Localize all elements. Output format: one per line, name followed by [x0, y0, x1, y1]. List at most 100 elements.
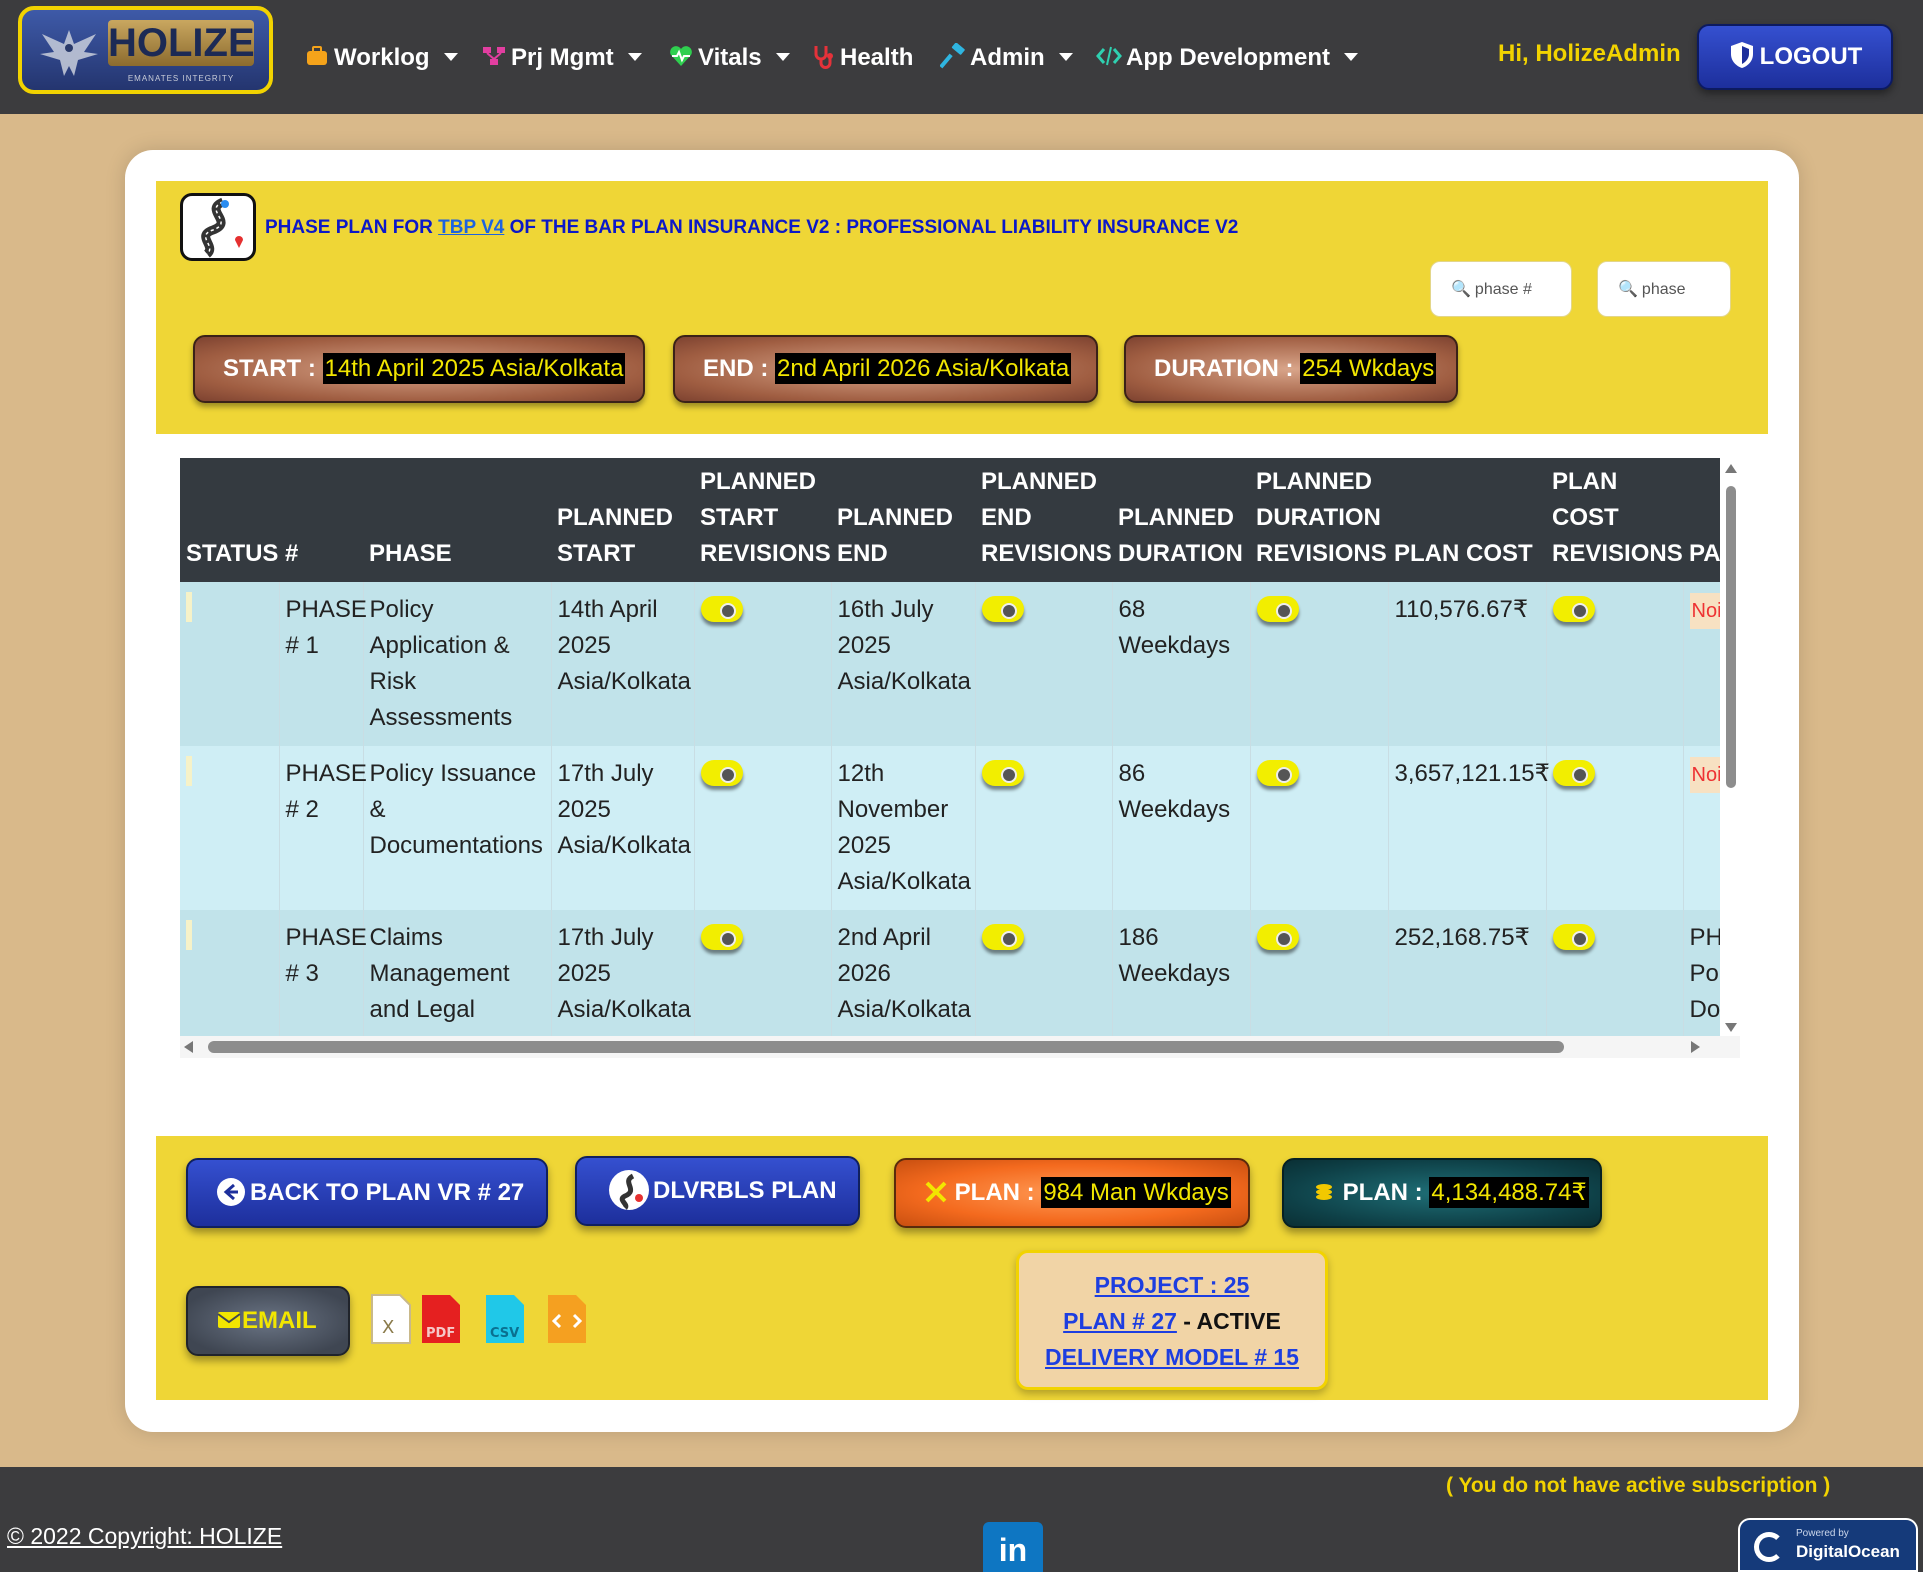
col-status[interactable]: STATUS: [180, 458, 279, 582]
status-cell: [180, 910, 280, 1036]
duration-revisions-cell: [1250, 746, 1389, 910]
scroll-left-icon[interactable]: [184, 1041, 193, 1053]
csv-icon[interactable]: CSV: [484, 1293, 526, 1345]
search-icon: 🔍: [1451, 281, 1471, 298]
plan-cost-button[interactable]: PLAN : 4,134,488.74₹: [1282, 1158, 1602, 1228]
phase-number-cell: PHASE # 3: [279, 910, 367, 1036]
end-revisions-cell: [975, 746, 1113, 910]
chevron-down-icon: [443, 53, 458, 61]
planned-end-cell: 2nd April 2026 Asia/Kolkata: [831, 910, 976, 1036]
digitalocean-badge[interactable]: Powered by DigitalOcean: [1738, 1518, 1918, 1572]
eagle-emblem-icon: [40, 30, 98, 76]
envelope-icon: [217, 1312, 241, 1328]
delivery-model-link[interactable]: DELIVERY MODEL # 15: [1045, 1344, 1299, 1370]
scroll-thumb[interactable]: [1726, 486, 1736, 788]
nav-admin[interactable]: Admin: [940, 42, 1073, 74]
svg-text:X: X: [382, 1317, 394, 1338]
col-planned-start[interactable]: PLANNED START: [551, 458, 694, 582]
cost-revisions-toggle[interactable]: [1552, 760, 1595, 786]
col-number[interactable]: #: [279, 458, 363, 582]
scroll-right-icon[interactable]: [1691, 1041, 1700, 1053]
status-indicator: [186, 756, 192, 786]
digitalocean-logo-icon: [1754, 1532, 1784, 1562]
end-revisions-toggle[interactable]: [981, 760, 1024, 786]
scroll-thumb[interactable]: [208, 1041, 1564, 1053]
back-to-plan-button[interactable]: BACK TO PLAN VR # 27: [186, 1158, 548, 1228]
brand-logo[interactable]: HOLIZE EMANATES INTEGRITY: [18, 6, 273, 94]
subscription-note: ( You do not have active subscription ): [1446, 1474, 1831, 1497]
end-revisions-cell: [975, 582, 1113, 746]
nav-vitals[interactable]: Vitals: [668, 42, 790, 74]
plan-cost-cell: 3,657,121.15₹: [1388, 746, 1550, 910]
col-planned-end[interactable]: PLANNED END: [831, 458, 975, 582]
pdf-icon[interactable]: PDF: [420, 1293, 462, 1345]
scroll-down-icon[interactable]: [1725, 1023, 1737, 1032]
phase-name-cell: Policy Application & Risk Assessments: [363, 582, 552, 746]
project-info-box: PROJECT : 25 PLAN # 27 - ACTIVE DELIVERY…: [1016, 1250, 1328, 1390]
duration-revisions-toggle[interactable]: [1256, 596, 1299, 622]
html-code-icon[interactable]: [546, 1293, 588, 1345]
deliverables-plan-button[interactable]: DLVRBLS PLAN: [575, 1156, 860, 1226]
start-revisions-toggle[interactable]: [700, 596, 743, 622]
excel-icon[interactable]: X: [370, 1293, 412, 1345]
plan-link[interactable]: PLAN # 27: [1063, 1308, 1177, 1334]
nav-prj-mgmt[interactable]: Prj Mgmt: [481, 42, 642, 74]
search-phase-input[interactable]: 🔍 phase: [1597, 261, 1731, 317]
stethoscope-icon: [814, 46, 833, 69]
heartbeat-icon: [670, 46, 692, 66]
col-planned-end-revisions[interactable]: PLANNED END REVISIONS: [975, 458, 1112, 582]
project-link[interactable]: PROJECT : 25: [1095, 1272, 1250, 1298]
phase-number-cell: PHASE # 2: [279, 746, 367, 910]
phase-table-container: STATUS # PHASE PLANNED START PLANNED STA…: [180, 458, 1720, 1036]
search-phase-number-input[interactable]: 🔍 phase #: [1430, 261, 1572, 317]
chevron-down-icon: [627, 53, 642, 61]
col-planned-start-revisions[interactable]: PLANNED START REVISIONS: [694, 458, 831, 582]
copyright-link[interactable]: © 2022 Copyright: HOLIZE: [7, 1523, 282, 1550]
table-row[interactable]: PHASE # 3 Claims Management and Legal Su…: [180, 910, 1720, 1036]
col-phase[interactable]: PHASE: [363, 458, 551, 582]
tbp-link[interactable]: TBP V4: [438, 217, 504, 238]
coins-icon: [1316, 1184, 1332, 1200]
planned-duration-cell: 68 Weekdays: [1112, 582, 1251, 746]
table-row[interactable]: PHASE # 1 Policy Application & Risk Asse…: [180, 582, 1720, 746]
duration-revisions-cell: [1250, 582, 1389, 746]
start-revisions-cell: [694, 746, 832, 910]
col-plan-cost-revisions[interactable]: PLAN COST REVISIONS: [1546, 458, 1683, 582]
brand-tagline: EMANATES INTEGRITY: [127, 74, 235, 83]
parent-phase-cell: PHA Pol & Doc: [1683, 910, 1720, 1036]
nav-app-development[interactable]: App Development: [1096, 42, 1359, 74]
nav-health[interactable]: Health: [810, 42, 913, 74]
status-indicator: [186, 920, 192, 950]
table-vertical-scrollbar[interactable]: [1722, 460, 1740, 1036]
table-row[interactable]: PHASE # 2 Policy Issuance & Documentatio…: [180, 746, 1720, 910]
cost-revisions-toggle[interactable]: [1552, 924, 1595, 950]
end-revisions-cell: [975, 910, 1113, 1036]
start-revisions-toggle[interactable]: [700, 760, 743, 786]
cost-revisions-toggle[interactable]: [1552, 596, 1595, 622]
code-icon: [1096, 46, 1122, 66]
start-revisions-toggle[interactable]: [700, 924, 743, 950]
col-plan-cost[interactable]: PLAN COST: [1388, 458, 1546, 582]
col-parent-phase[interactable]: PA PH: [1683, 458, 1720, 582]
col-planned-duration-revisions[interactable]: PLANNED DURATION REVISIONS: [1250, 458, 1388, 582]
col-planned-duration[interactable]: PLANNED DURATION: [1112, 458, 1250, 582]
plan-cost-cell: 110,576.67₹: [1388, 582, 1547, 746]
start-revisions-cell: [694, 910, 832, 1036]
planned-start-cell: 14th April 2025 Asia/Kolkata: [551, 582, 695, 746]
duration-revisions-toggle[interactable]: [1256, 760, 1299, 786]
briefcase-icon: [307, 46, 327, 65]
end-revisions-toggle[interactable]: [981, 596, 1024, 622]
logout-button[interactable]: LOGOUT: [1697, 24, 1893, 90]
phase-name-cell: Claims Management and Legal Support: [363, 910, 552, 1036]
linkedin-icon[interactable]: in: [983, 1522, 1043, 1572]
nav-worklog[interactable]: Worklog: [304, 42, 458, 74]
email-button[interactable]: EMAIL: [186, 1286, 350, 1356]
end-revisions-toggle[interactable]: [981, 924, 1024, 950]
start-date-pill: START : 14th April 2025 Asia/Kolkata: [193, 335, 645, 403]
table-horizontal-scrollbar[interactable]: [180, 1036, 1740, 1058]
scroll-up-icon[interactable]: [1725, 464, 1737, 473]
svg-text:PDF: PDF: [426, 1326, 455, 1341]
plan-effort-button[interactable]: PLAN : 984 Man Wkdays: [894, 1158, 1250, 1228]
duration-revisions-toggle[interactable]: [1256, 924, 1299, 950]
phase-name-cell: Policy Issuance & Documentations: [363, 746, 552, 910]
